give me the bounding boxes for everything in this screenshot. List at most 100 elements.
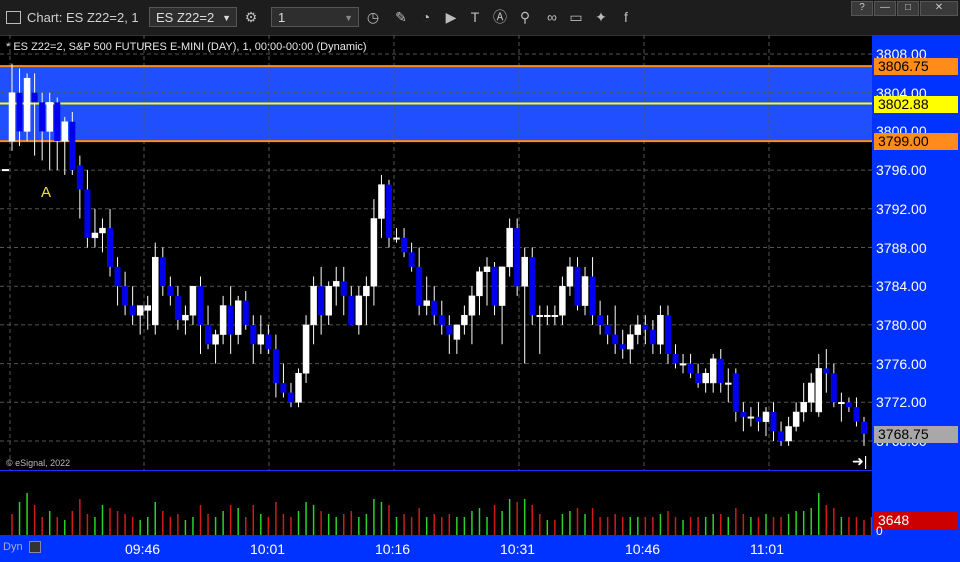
candle-body: [302, 324, 310, 374]
candle-body: [461, 314, 468, 326]
candle-body: [740, 411, 747, 417]
help-button[interactable]: ?: [851, 1, 873, 16]
candle-body: [506, 227, 513, 268]
time-tick-label: 10:46: [625, 541, 661, 557]
candle-body: [31, 92, 38, 103]
scroll-to-end-icon[interactable]: ➜|: [852, 453, 867, 470]
facebook-icon[interactable]: f: [617, 8, 635, 26]
symbol-value: ES Z22=2: [156, 10, 215, 25]
price-plot[interactable]: [0, 35, 872, 470]
candle-body: [792, 411, 800, 427]
candle-body: [114, 266, 121, 287]
candle-body: [762, 411, 770, 422]
play-icon[interactable]: ▶: [442, 8, 460, 26]
window-title-text: Chart: ES Z22=2, 1: [27, 10, 139, 25]
candle-body: [702, 373, 709, 384]
comment-icon[interactable]: ▭: [567, 8, 585, 26]
candle-body: [838, 402, 845, 405]
lock-icon[interactable]: [29, 541, 41, 553]
maximize-button[interactable]: □: [897, 1, 919, 16]
candle-body: [174, 295, 181, 321]
candle-body: [219, 305, 227, 335]
candle-body: [54, 102, 61, 142]
candle-body: [136, 305, 144, 316]
clock-icon[interactable]: ◷: [364, 8, 382, 26]
close-button[interactable]: ✕: [920, 1, 958, 16]
price-tick-label: 3776.00: [876, 355, 927, 372]
price-tick-label: 3784.00: [876, 278, 927, 295]
candle-body: [709, 358, 717, 384]
candle-body: [280, 382, 287, 393]
annotation-a: A: [41, 184, 52, 201]
candle-body: [76, 165, 83, 190]
time-axis[interactable]: 09:46 10:01 10:16 10:31 10:46 11:01: [0, 535, 872, 562]
candle-body: [107, 228, 114, 267]
twitter-icon[interactable]: ✦: [592, 8, 610, 26]
candle-body: [514, 228, 521, 287]
interval-input[interactable]: 1 ▼: [271, 7, 359, 27]
link-icon[interactable]: ⚲: [516, 8, 534, 26]
candle-body: [287, 392, 294, 403]
window-title: Chart: ES Z22=2, 1: [6, 10, 139, 25]
candle-body: [234, 300, 242, 335]
chevron-down-icon[interactable]: ▼: [222, 8, 231, 28]
candle-body: [272, 349, 279, 383]
candle-body: [672, 353, 679, 364]
pane-divider[interactable]: [0, 470, 872, 471]
pencil-icon[interactable]: ✎: [392, 8, 410, 26]
volume-tag: 3648: [874, 512, 958, 529]
interval-chevron-icon[interactable]: ▼: [344, 8, 353, 28]
alert-icon[interactable]: Ⓐ: [491, 8, 509, 26]
dynamic-label[interactable]: Dyn: [3, 541, 23, 553]
candle-body: [84, 189, 91, 238]
candle-body: [438, 315, 445, 325]
volume-zero-tick: 0: [876, 524, 883, 538]
time-tick-label: 10:01: [250, 541, 286, 557]
candle-body: [318, 286, 325, 316]
candle-body: [581, 276, 589, 306]
candle-body: [604, 324, 611, 335]
candle-body: [732, 373, 739, 412]
time-tick-label: 10:31: [500, 541, 536, 557]
candle-body: [861, 421, 867, 434]
candle-body: [574, 266, 581, 306]
candle-body: [189, 285, 197, 316]
candle-body: [61, 121, 69, 142]
entry-marker: [2, 169, 9, 172]
candle-body: [491, 266, 498, 306]
candle-body: [453, 324, 461, 340]
symbol-input[interactable]: ES Z22=2 ▼: [149, 7, 237, 27]
candle-body: [807, 382, 815, 403]
minimize-button[interactable]: —: [874, 1, 896, 16]
candle-body: [227, 305, 234, 335]
candle-body: [815, 368, 823, 413]
candle-body: [619, 344, 626, 350]
candle-body: [498, 266, 506, 306]
interval-value: 1: [278, 10, 286, 25]
candle-body: [310, 285, 317, 326]
candle-body: [725, 382, 732, 385]
candle-body: [122, 286, 129, 306]
candle-body: [589, 276, 596, 316]
candle-body: [778, 431, 785, 441]
text-icon[interactable]: T: [466, 8, 484, 26]
level-price-tag: 3799.00: [874, 133, 958, 151]
candle-body: [205, 324, 212, 345]
candle-body: [566, 266, 574, 287]
candle-body: [385, 184, 392, 238]
candle-body: [39, 102, 46, 132]
candle-body: [363, 285, 370, 297]
candle-body: [483, 266, 491, 272]
candle-body: [144, 305, 151, 311]
candle-body: [431, 300, 438, 316]
volume-plot[interactable]: [0, 471, 872, 535]
link-chain-icon[interactable]: ∞: [543, 8, 561, 26]
draw-icon[interactable]: ◔: [417, 8, 435, 26]
candle-body: [167, 286, 174, 296]
gear-icon[interactable]: ⚙: [242, 8, 260, 26]
candle-body: [476, 271, 483, 297]
candle-body: [408, 252, 415, 267]
price-axis[interactable]: 3808.00 3804.00 3800.00 3796.00 3792.00 3788.…: [872, 35, 960, 562]
candle-body: [717, 358, 724, 383]
candle-body: [529, 257, 536, 316]
